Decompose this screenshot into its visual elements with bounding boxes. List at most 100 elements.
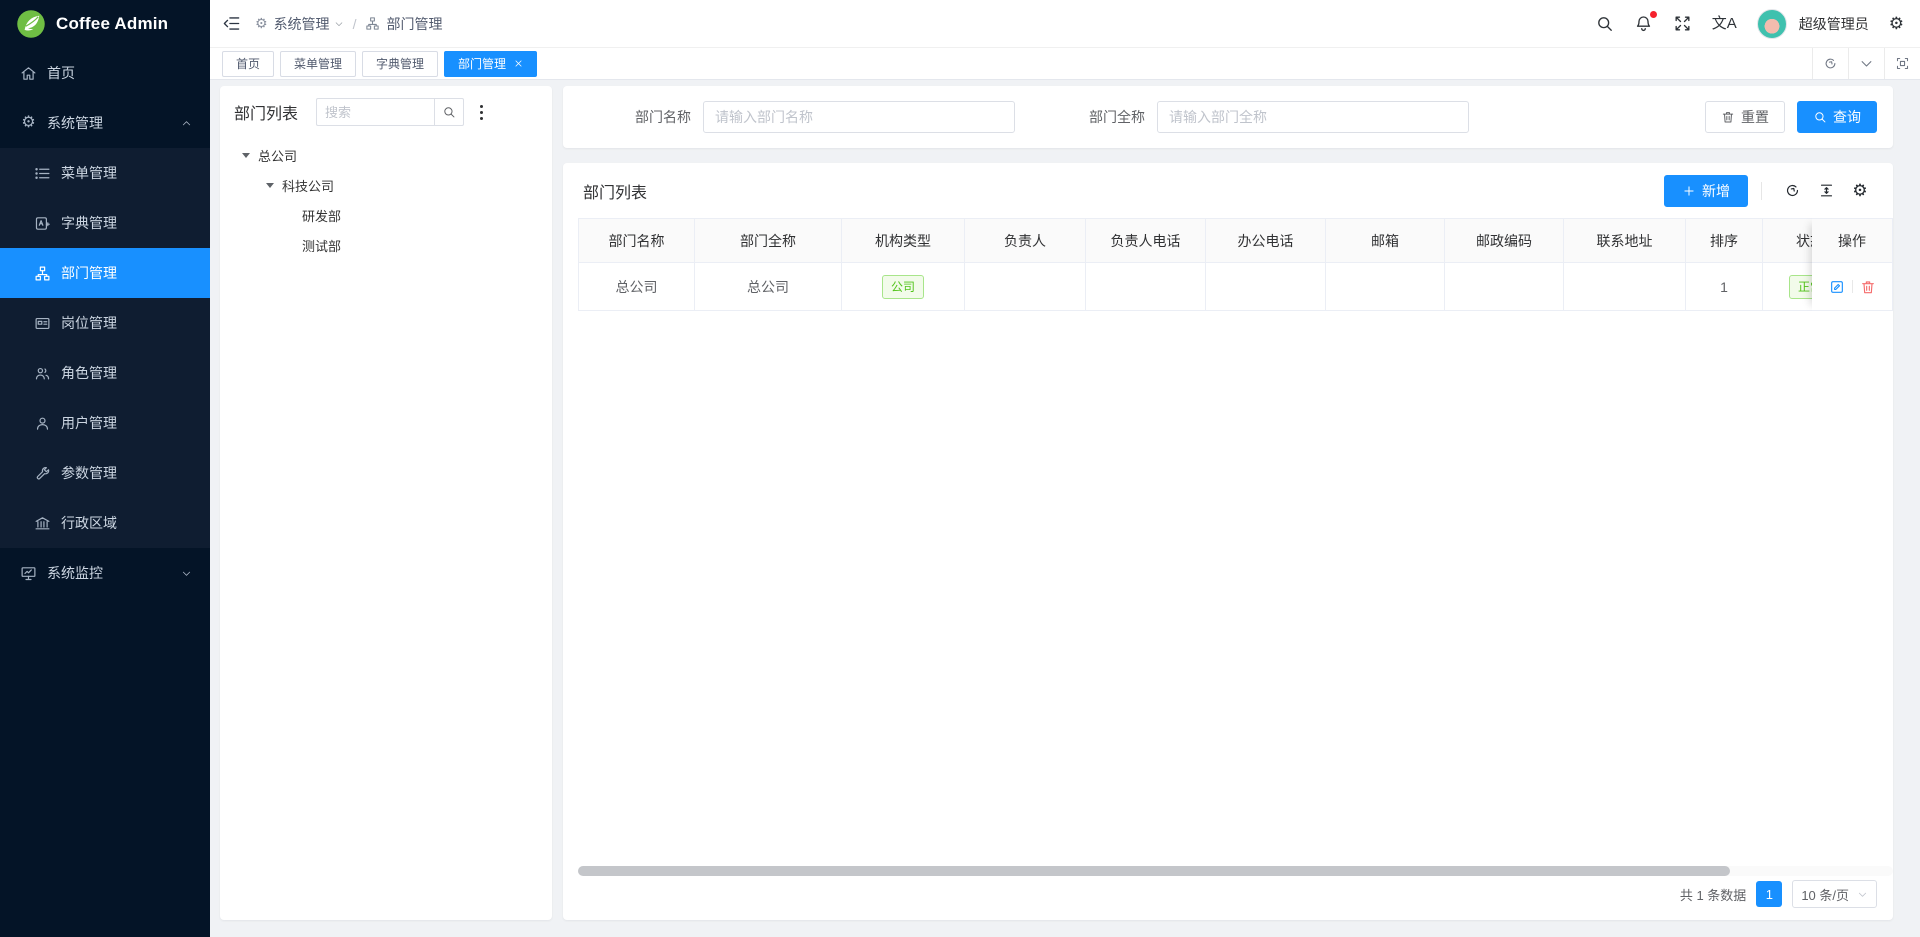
search-icon[interactable] (1595, 14, 1614, 33)
tree-panel-header: 部门列表 (234, 98, 538, 126)
username[interactable]: 超级管理员 (1799, 14, 1869, 34)
sidebar-item-dict-mgmt[interactable]: 字典管理 (0, 198, 210, 248)
dept-name-input[interactable] (703, 101, 1015, 133)
notifications-button[interactable] (1634, 14, 1653, 33)
delete-icon[interactable] (1860, 279, 1876, 295)
table-card-header: 部门列表 新增 ⚙ (563, 163, 1893, 218)
cell-dept-fullname: 总公司 (695, 263, 842, 311)
tree-search-input[interactable] (316, 98, 434, 126)
dept-name-label: 部门名称 (635, 107, 691, 127)
tab-menu-dropdown[interactable] (1848, 48, 1884, 79)
dept-fullname-input[interactable] (1157, 101, 1469, 133)
sidebar-item-monitor[interactable]: 系统监控 (0, 548, 210, 598)
sidebar-item-param-mgmt[interactable]: 参数管理 (0, 448, 210, 498)
sidebar-item-region[interactable]: 行政区域 (0, 498, 210, 548)
trash-icon (1721, 110, 1735, 124)
sidebar-item-menu-mgmt[interactable]: 菜单管理 (0, 148, 210, 198)
badge-icon (34, 315, 51, 332)
tree-search-button[interactable] (434, 98, 464, 126)
avatar[interactable] (1757, 9, 1787, 39)
user-icon (34, 415, 51, 432)
tab-controls (1812, 48, 1920, 79)
refresh-tab-button[interactable] (1812, 48, 1848, 79)
sidebar-item-post-mgmt[interactable]: 岗位管理 (0, 298, 210, 348)
bank-icon (34, 515, 51, 532)
reset-button[interactable]: 重置 (1705, 101, 1785, 133)
org-chart-icon (34, 265, 51, 282)
chevron-down-icon (1859, 56, 1874, 71)
tree-node-tech-company[interactable]: 科技公司 (234, 170, 538, 200)
edit-icon[interactable] (1829, 279, 1845, 295)
cell-leader (965, 263, 1086, 311)
caret-down-icon[interactable] (242, 153, 250, 158)
maximize-content-button[interactable] (1884, 48, 1920, 79)
tab-menu-mgmt[interactable]: 菜单管理 (280, 51, 356, 77)
wrench-icon (34, 465, 51, 482)
chevron-up-icon (181, 118, 192, 129)
dept-tree-panel: 部门列表 总公司 科技公司 研发部 测试部 (220, 86, 552, 920)
refresh-table-button[interactable] (1775, 182, 1809, 199)
tree-panel-title: 部门列表 (234, 100, 316, 124)
cell-org-type: 公司 (842, 263, 965, 311)
query-button[interactable]: 查询 (1797, 101, 1877, 133)
breadcrumb-separator: / (353, 16, 357, 32)
breadcrumb: ⚙ 系统管理 / 部门管理 (222, 14, 442, 34)
row-height-button[interactable] (1809, 182, 1843, 199)
dept-fullname-label: 部门全称 (1089, 107, 1145, 127)
breadcrumb-root[interactable]: 系统管理 (274, 14, 344, 34)
sidebar-item-home[interactable]: 首页 (0, 48, 210, 98)
horizontal-scrollbar (578, 866, 1893, 876)
sidebar-item-label: 参数管理 (61, 463, 117, 483)
sidebar-item-user-mgmt[interactable]: 用户管理 (0, 398, 210, 448)
cell-sort: 1 (1686, 263, 1763, 311)
col-org-type: 机构类型 (842, 219, 965, 263)
tree-node-test-dept[interactable]: 测试部 (234, 230, 538, 260)
close-icon[interactable] (514, 59, 523, 68)
translate-icon[interactable]: 文A (1712, 16, 1737, 31)
fixed-actions-column: 操作 (1812, 218, 1893, 311)
tree-node-hq[interactable]: 总公司 (234, 140, 538, 170)
sidebar-item-label: 岗位管理 (61, 313, 117, 333)
col-zip: 邮政编码 (1445, 219, 1564, 263)
action-divider (1852, 280, 1853, 293)
maximize-icon (1895, 56, 1910, 71)
col-dept-fullname: 部门全称 (695, 219, 842, 263)
logo-leaf-icon (16, 9, 46, 39)
refresh-icon (1784, 182, 1801, 199)
table-toolbar: 新增 ⚙ (1664, 175, 1877, 207)
sidebar-item-label: 首页 (47, 63, 75, 83)
gear-icon: ⚙ (20, 115, 37, 132)
app-title: Coffee Admin (56, 14, 168, 34)
caret-down-icon[interactable] (266, 183, 274, 188)
tab-home[interactable]: 首页 (222, 51, 274, 77)
page-1-button[interactable]: 1 (1756, 881, 1782, 907)
chevron-down-icon (1857, 889, 1868, 900)
scrollbar-thumb[interactable] (578, 866, 1730, 876)
cell-address (1564, 263, 1686, 311)
tab-dept-mgmt[interactable]: 部门管理 (444, 51, 537, 77)
search-form: 部门名称 部门全称 重置 查询 (563, 86, 1893, 148)
top-header: ⚙ 系统管理 / 部门管理 文A 超级管理员 ⚙ (210, 0, 1920, 48)
search-icon (1813, 110, 1827, 124)
cell-dept-name: 总公司 (579, 263, 695, 311)
logo: Coffee Admin (0, 0, 210, 48)
app-screen: Coffee Admin 首页 ⚙ 系统管理 菜单管理 (0, 0, 1920, 937)
tree-node-rd-dept[interactable]: 研发部 (234, 200, 538, 230)
tab-dict-mgmt[interactable]: 字典管理 (362, 51, 438, 77)
page-size-select[interactable]: 10 条/页 (1792, 880, 1877, 908)
sidebar-item-label: 角色管理 (61, 363, 117, 383)
sidebar-menu: 首页 ⚙ 系统管理 菜单管理 字典管理 (0, 48, 210, 598)
cell-email (1326, 263, 1445, 311)
sidebar-item-role-mgmt[interactable]: 角色管理 (0, 348, 210, 398)
sidebar-item-dept-mgmt[interactable]: 部门管理 (0, 248, 210, 298)
filter-buttons: 重置 查询 (1705, 101, 1877, 133)
cell-zip (1445, 263, 1564, 311)
table-settings-button[interactable]: ⚙ (1843, 182, 1877, 199)
gear-icon[interactable]: ⚙ (1889, 15, 1904, 32)
sidebar-item-system[interactable]: ⚙ 系统管理 (0, 98, 210, 148)
fullscreen-icon[interactable] (1673, 14, 1692, 33)
menu-fold-icon[interactable] (222, 14, 241, 33)
add-button[interactable]: 新增 (1664, 175, 1748, 207)
sidebar-item-label: 用户管理 (61, 413, 117, 433)
tree-more-button[interactable] (476, 101, 487, 124)
